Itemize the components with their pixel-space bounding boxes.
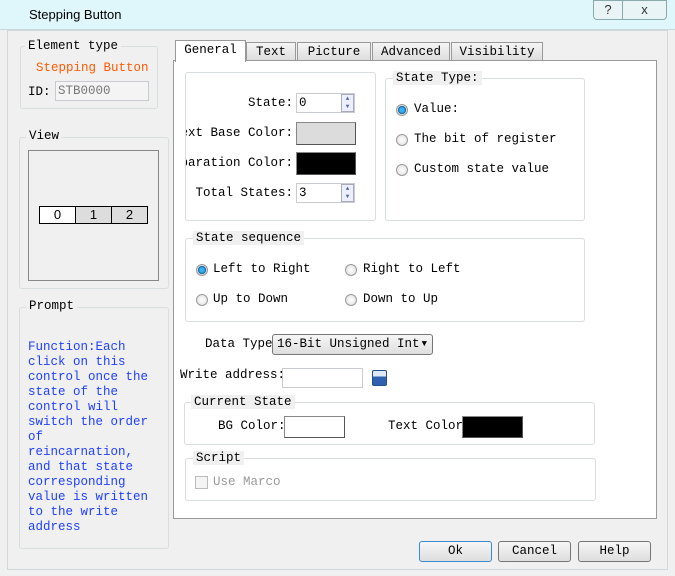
- element-type-legend: Element type: [25, 39, 122, 53]
- state-type-custom-radio[interactable]: [396, 164, 408, 176]
- id-label: ID:: [28, 85, 51, 99]
- script-legend: Script: [193, 451, 245, 465]
- id-field: STB0000: [55, 81, 149, 101]
- state-type-custom-label[interactable]: Custom state value: [414, 162, 549, 176]
- use-marco-checkbox[interactable]: [195, 476, 208, 489]
- state-sequence-group: [185, 238, 585, 322]
- view-cell: 2: [111, 206, 148, 224]
- state-sequence-legend: State sequence: [193, 231, 305, 245]
- tab-general[interactable]: General: [175, 40, 246, 62]
- view-legend: View: [26, 129, 63, 143]
- text-base-color-button[interactable]: [296, 122, 356, 145]
- state-settings-group: State: 0 ▲ ▼ ext Base Color: paration Col…: [185, 72, 376, 221]
- help-icon[interactable]: ?: [593, 0, 623, 20]
- state-type-legend: State Type:: [393, 71, 482, 85]
- separation-color-button[interactable]: [296, 152, 356, 175]
- state-label: State:: [247, 96, 293, 110]
- state-spinner[interactable]: ▲ ▼: [341, 94, 354, 112]
- tab-advanced[interactable]: Advanced: [372, 42, 450, 61]
- chevron-down-icon: ▼: [421, 339, 427, 349]
- data-type-select[interactable]: 16-Bit Unsigned Int ▼: [272, 334, 433, 355]
- ok-button[interactable]: Ok: [419, 541, 492, 562]
- text-color-label: Text Color:: [388, 419, 471, 433]
- state-type-bit-label[interactable]: The bit of register: [414, 132, 557, 146]
- total-states-label: Total States:: [195, 186, 293, 200]
- right-to-left-label[interactable]: Right to Left: [363, 262, 461, 276]
- left-to-right-radio[interactable]: [196, 264, 208, 276]
- tab-text[interactable]: Text: [246, 42, 296, 61]
- window-title: Stepping Button: [29, 7, 122, 22]
- text-base-color-label: ext Base Color:: [185, 126, 293, 140]
- prompt-text: Function:Each click on this control once…: [28, 340, 149, 534]
- view-cell: 1: [75, 206, 112, 224]
- use-marco-label[interactable]: Use Marco: [213, 475, 281, 489]
- state-type-group: [385, 78, 585, 221]
- bg-color-button[interactable]: [284, 416, 345, 438]
- state-type-value-label[interactable]: Value:: [414, 102, 459, 116]
- data-type-label: Data Type:: [205, 337, 281, 351]
- text-color-button[interactable]: [462, 416, 523, 438]
- data-type-value: 16-Bit Unsigned Int: [277, 337, 420, 351]
- up-to-down-label[interactable]: Up to Down: [213, 292, 288, 306]
- write-address-input[interactable]: [282, 368, 363, 388]
- help-button[interactable]: Help: [578, 541, 651, 562]
- prompt-legend: Prompt: [26, 299, 78, 313]
- left-to-right-label[interactable]: Left to Right: [213, 262, 311, 276]
- down-to-up-label[interactable]: Down to Up: [363, 292, 438, 306]
- close-icon[interactable]: x: [622, 0, 667, 20]
- tab-visibility[interactable]: Visibility: [451, 42, 543, 61]
- down-to-up-radio[interactable]: [345, 294, 357, 306]
- state-type-value-radio[interactable]: [396, 104, 408, 116]
- state-type-bit-radio[interactable]: [396, 134, 408, 146]
- write-address-label: Write address:: [180, 368, 286, 382]
- view-cell: 0: [39, 206, 76, 224]
- right-to-left-radio[interactable]: [345, 264, 357, 276]
- separation-color-label: paration Color:: [185, 156, 293, 170]
- up-to-down-radio[interactable]: [196, 294, 208, 306]
- cancel-button[interactable]: Cancel: [498, 541, 571, 562]
- bg-color-label: BG Color:: [218, 419, 286, 433]
- total-states-spinner[interactable]: ▲ ▼: [341, 184, 354, 202]
- tab-picture[interactable]: Picture: [297, 42, 371, 61]
- current-state-legend: Current State: [191, 395, 295, 409]
- calculator-icon[interactable]: [372, 370, 387, 386]
- element-type-name: Stepping Button: [36, 61, 149, 75]
